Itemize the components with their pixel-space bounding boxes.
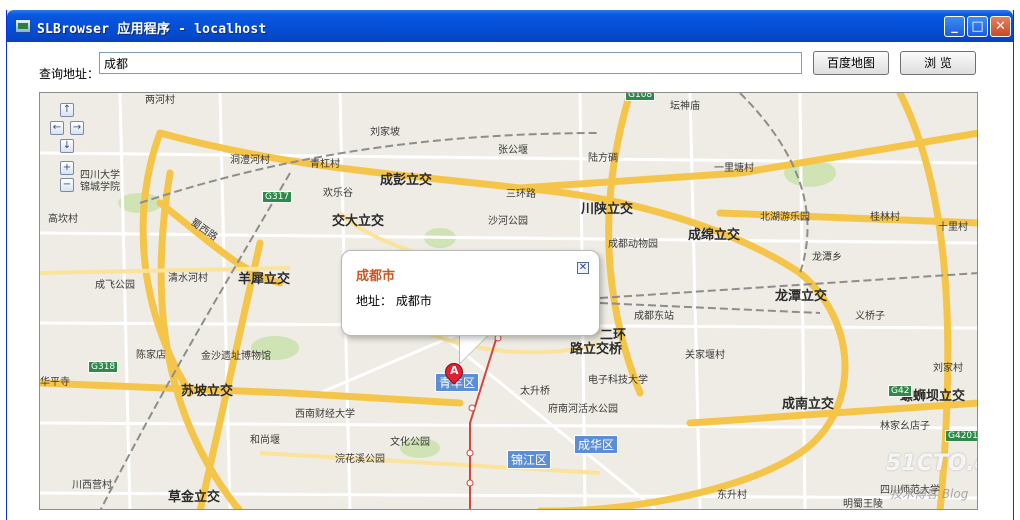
info-window-title: 成都市 <box>356 269 396 284</box>
app-icon <box>15 19 31 33</box>
map-label: 羊犀立交 <box>238 272 291 287</box>
info-window-address: 地址： 成都市 <box>356 294 432 308</box>
minimize-button[interactable]: _ <box>944 16 965 37</box>
district-label: 成华区 <box>574 435 619 454</box>
map-label: 成南立交 <box>782 397 835 412</box>
map-label: 欢乐谷 <box>323 188 353 199</box>
zoom-in-button[interactable]: + <box>60 161 74 175</box>
client-area: 查询地址： 百度地图 浏 览 <box>7 42 1013 520</box>
map-label: 路立交桥 <box>570 342 623 357</box>
map-label: 洞澧河村 <box>230 155 270 166</box>
map-label: 三环路 <box>506 189 536 200</box>
highway-shield: G42 <box>888 385 913 397</box>
map-label: 明蜀王陵 <box>843 499 883 510</box>
map-label: 浣花溪公园 <box>335 454 385 465</box>
close-icon[interactable]: ✕ <box>577 262 589 274</box>
map-label: 川陕立交 <box>581 202 634 217</box>
map-label: 和尚堰 <box>250 435 280 446</box>
map-label: 青杠村 <box>310 159 340 170</box>
map-label: 陈家店 <box>136 350 166 361</box>
popup-tail <box>460 335 488 363</box>
map-label: 西南财经大学 <box>295 409 355 420</box>
marker-letter: A <box>450 364 459 377</box>
map-label: 电子科技大学 <box>588 375 648 386</box>
address-input[interactable] <box>99 52 802 74</box>
map-label: 华平寺 <box>40 377 70 388</box>
close-button[interactable]: ✕ <box>990 16 1011 37</box>
highway-shield: G108 <box>625 93 656 101</box>
map-label: 高坎村 <box>48 214 78 225</box>
info-window: 成都市 地址： 成都市 ✕ <box>341 250 600 336</box>
map-label: 十里村 <box>938 222 968 233</box>
map-label: 陆方碉 <box>588 153 618 164</box>
watermark-logo: 51CTO.com <box>886 451 977 476</box>
highway-shield: G318 <box>88 361 119 373</box>
map-label: 成绵立交 <box>688 228 741 243</box>
map-label: 太升桥 <box>520 386 550 397</box>
map-label: 苏坡立交 <box>181 384 234 399</box>
map-label: 张公堰 <box>498 145 528 156</box>
map-label: 关家堰村 <box>685 350 725 361</box>
map-label: 金沙遗址博物馆 <box>201 351 271 362</box>
app-window: SLBrowser 应用程序 - localhost _ □ ✕ 查询地址： 百… <box>6 10 1014 520</box>
map-label: 一里塘村 <box>714 163 754 174</box>
map-label: 桂林村 <box>870 212 900 223</box>
zoom-out-button[interactable]: − <box>60 178 74 192</box>
map-label: 龙潭立交 <box>775 289 828 304</box>
pan-down-button[interactable]: ↓ <box>60 139 74 153</box>
map-label: 成飞公园 <box>95 280 135 291</box>
watermark-text: 技术博客 Blog <box>890 487 969 501</box>
map-label: 坛神庙 <box>670 101 700 112</box>
map-label: 文化公园 <box>390 437 430 448</box>
highway-shield: G317 <box>262 191 293 203</box>
map-label: 沙河公园 <box>488 216 528 227</box>
map-label: 两河村 <box>145 95 175 106</box>
district-label: 锦江区 <box>507 450 552 469</box>
map-label: 成都东站 <box>634 311 674 322</box>
pan-left-button[interactable]: ← <box>50 121 64 135</box>
window-title: SLBrowser 应用程序 - localhost <box>37 22 267 37</box>
map-label: 府南河活水公园 <box>548 404 618 415</box>
maximize-button[interactable]: □ <box>967 16 988 37</box>
pan-up-button[interactable]: ↑ <box>60 103 74 117</box>
title-bar[interactable]: SLBrowser 应用程序 - localhost _ □ ✕ <box>7 10 1013 42</box>
map-label: 清水河村 <box>168 273 208 284</box>
map-label: 义桥子 <box>855 311 885 322</box>
search-label: 查询地址： <box>39 67 100 81</box>
browse-button[interactable]: 浏 览 <box>900 51 976 75</box>
map-label: 龙潭乡 <box>812 252 842 263</box>
map-label: 成彭立交 <box>380 173 433 188</box>
baidu-map-button[interactable]: 百度地图 <box>813 51 889 75</box>
map-label: 刘家村 <box>933 363 963 374</box>
map-view[interactable]: ↑ ← → ↓ + − 两河村 坛神庙 刘家坡 张公堰 陆方碉 洞澧河村 青杠村… <box>39 92 978 510</box>
map-label: 川西营村 <box>72 480 112 491</box>
map-label: 草金立交 <box>168 490 221 505</box>
map-label: 成都动物园 <box>608 239 658 250</box>
pan-right-button[interactable]: → <box>70 121 84 135</box>
highway-shield: G4201 <box>945 430 977 442</box>
map-label: 林家幺店子 <box>880 421 930 432</box>
map-label: 北湖游乐园 <box>760 212 810 223</box>
map-label: 东升村 <box>717 490 747 501</box>
map-label: 锦城学院 <box>80 182 120 193</box>
map-label: 刘家坡 <box>370 127 400 138</box>
map-label: 交大立交 <box>332 214 385 229</box>
